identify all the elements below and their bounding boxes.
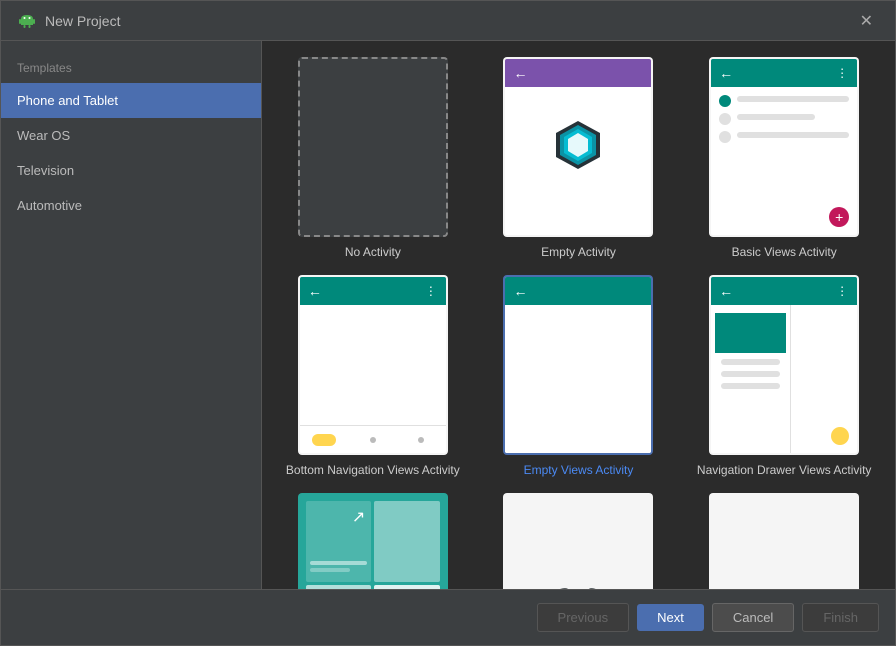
- template-native-cpp[interactable]: C++ Native C++ Activity: [689, 493, 879, 589]
- previous-button[interactable]: Previous: [537, 603, 630, 632]
- back-arrow-icon4: ←: [513, 283, 527, 299]
- empty-activity-preview: ←: [503, 57, 653, 237]
- sidebar-item-automotive[interactable]: Automotive: [1, 188, 261, 223]
- template-responsive-views[interactable]: ↗ Responsive Views Activity: [278, 493, 468, 589]
- new-project-dialog: New Project ✕ Templates Phone and Tablet…: [0, 0, 896, 646]
- grid-cell-4: [374, 585, 440, 590]
- nav-drawer-label: Navigation Drawer Views Activity: [697, 463, 872, 477]
- title-bar-left: New Project: [17, 11, 120, 31]
- nav-drawer-header: ← ⋮: [711, 277, 857, 305]
- game-activity-preview: 🎮: [503, 493, 653, 589]
- back-arrow-icon: ←: [513, 65, 527, 81]
- nav-drawer-preview: ← ⋮: [709, 275, 859, 455]
- cpp-text: C++: [754, 537, 814, 589]
- hex-logo-icon: [550, 117, 606, 173]
- dialog-title: New Project: [45, 13, 120, 29]
- back-arrow-icon2: ←: [719, 65, 733, 81]
- template-basic-views-activity[interactable]: ← ⋮: [689, 57, 879, 259]
- empty-views-preview: ←: [503, 275, 653, 455]
- bottom-nav-header: ← ⋮: [300, 277, 446, 305]
- basic-views-label: Basic Views Activity: [732, 245, 837, 259]
- content-area: Templates Phone and Tablet Wear OS Telev…: [1, 41, 895, 589]
- cancel-button[interactable]: Cancel: [712, 603, 794, 632]
- close-button[interactable]: ✕: [854, 9, 879, 33]
- android-icon: [17, 11, 37, 31]
- finish-button[interactable]: Finish: [802, 603, 879, 632]
- native-cpp-preview: C++: [709, 493, 859, 589]
- empty-activity-header: ←: [505, 59, 651, 87]
- list-circle-3: [719, 131, 731, 143]
- sidebar-section-label: Templates: [1, 49, 261, 83]
- nav-fab-icon: [831, 427, 849, 445]
- footer-bar: Previous Next Cancel Finish: [1, 589, 895, 645]
- fab-icon: +: [829, 207, 849, 227]
- basic-views-preview: ← ⋮: [709, 57, 859, 237]
- empty-views-header: ←: [505, 277, 651, 305]
- template-empty-views-activity[interactable]: ← Empty Views Activity: [484, 275, 674, 477]
- empty-activity-label: Empty Activity: [541, 245, 616, 259]
- template-no-activity[interactable]: No Activity: [278, 57, 468, 259]
- templates-grid: No Activity ←: [278, 57, 879, 589]
- sidebar-item-wear-os[interactable]: Wear OS: [1, 118, 261, 153]
- drawer-panel: [711, 305, 791, 453]
- list-circle-1: [719, 95, 731, 107]
- list-circle-2: [719, 113, 731, 125]
- gamepad-icon: 🎮: [546, 528, 611, 590]
- sidebar: Templates Phone and Tablet Wear OS Telev…: [1, 41, 262, 589]
- bottom-nav-item-3: [407, 430, 435, 450]
- dots-icon3: ⋮: [836, 284, 849, 298]
- grid-cell-1: ↗: [306, 501, 372, 582]
- bottom-nav-preview: ← ⋮: [298, 275, 448, 455]
- arrow-icon: ↗: [352, 507, 365, 527]
- dots-icon: ⋮: [836, 66, 849, 80]
- back-arrow-icon3: ←: [308, 283, 322, 299]
- sidebar-item-television[interactable]: Television: [1, 153, 261, 188]
- grid-cell-2: [374, 501, 440, 582]
- bottom-nav-item-2: [359, 430, 387, 450]
- basic-views-header: ← ⋮: [711, 59, 857, 87]
- title-bar: New Project ✕: [1, 1, 895, 41]
- bottom-nav-bar: [300, 425, 446, 453]
- templates-grid-container: No Activity ←: [262, 41, 895, 589]
- sidebar-item-phone-tablet[interactable]: Phone and Tablet: [1, 83, 261, 118]
- bottom-nav-item-1: [310, 430, 338, 450]
- next-button[interactable]: Next: [637, 604, 704, 631]
- template-game-activity[interactable]: 🎮 Game Activity: [484, 493, 674, 589]
- no-activity-preview: [298, 57, 448, 237]
- empty-views-label: Empty Views Activity: [524, 463, 634, 477]
- responsive-views-preview: ↗: [298, 493, 448, 589]
- template-bottom-nav-views[interactable]: ← ⋮: [278, 275, 468, 477]
- template-empty-activity[interactable]: ← Empty Activity: [484, 57, 674, 259]
- no-activity-label: No Activity: [345, 245, 401, 259]
- back-arrow-icon5: ←: [719, 283, 733, 299]
- template-nav-drawer-views[interactable]: ← ⋮ Navigatio: [689, 275, 879, 477]
- dots-icon2: ⋮: [425, 284, 438, 298]
- grid-cell-3: [306, 585, 372, 590]
- bottom-nav-label: Bottom Navigation Views Activity: [286, 463, 460, 477]
